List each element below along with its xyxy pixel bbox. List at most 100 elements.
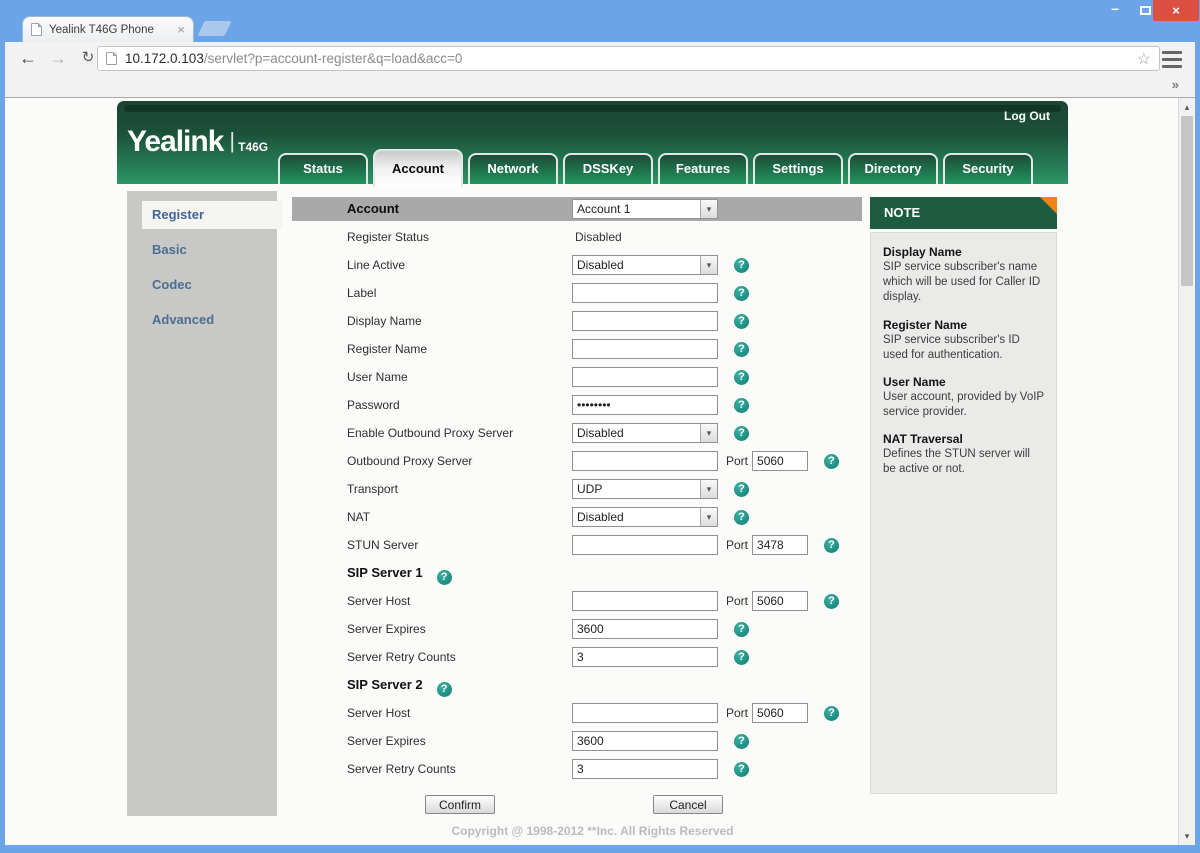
- help-icon[interactable]: ?: [734, 342, 749, 357]
- browser-tab-title: Yealink T46G Phone: [49, 24, 173, 36]
- help-icon[interactable]: ?: [734, 398, 749, 413]
- url-path: /servlet?p=account-register&q=load&acc=0: [204, 51, 463, 66]
- help-icon[interactable]: ?: [734, 370, 749, 385]
- field-label: Label: [347, 279, 376, 307]
- server-port-2-input[interactable]: [752, 703, 808, 723]
- user-name-input[interactable]: [572, 367, 718, 387]
- help-icon[interactable]: ?: [734, 314, 749, 329]
- account-header-label: Account: [347, 197, 399, 221]
- enable-outbound-proxy-select[interactable]: Disabled ▾: [572, 423, 718, 443]
- chevron-down-icon: ▾: [700, 200, 717, 218]
- logout-link[interactable]: Log Out: [1004, 109, 1050, 123]
- row-label: Label ?: [292, 279, 862, 307]
- note-body: Display Name SIP service subscriber's na…: [870, 232, 1057, 794]
- bookmarks-overflow-icon[interactable]: »: [1172, 77, 1179, 92]
- outbound-proxy-server-input[interactable]: [572, 451, 718, 471]
- cancel-button[interactable]: Cancel: [653, 795, 723, 814]
- server-expires-2-input[interactable]: [572, 731, 718, 751]
- tab-close-icon[interactable]: ×: [177, 23, 185, 36]
- help-icon[interactable]: ?: [734, 650, 749, 665]
- tab-features[interactable]: Features: [658, 153, 748, 184]
- help-icon[interactable]: ?: [734, 258, 749, 273]
- help-icon[interactable]: ?: [734, 482, 749, 497]
- browser-tab[interactable]: Yealink T46G Phone ×: [22, 16, 194, 42]
- window-close-button[interactable]: ×: [1153, 0, 1199, 21]
- help-icon[interactable]: ?: [824, 706, 839, 721]
- note-section-text: User account, provided by VoIP service p…: [883, 390, 1044, 420]
- page-scrollbar[interactable]: ▴ ▾: [1178, 98, 1195, 845]
- new-tab-button[interactable]: [197, 21, 231, 36]
- sidebar-item-advanced[interactable]: Advanced: [127, 306, 277, 334]
- display-name-input[interactable]: [572, 311, 718, 331]
- register-name-input[interactable]: [572, 339, 718, 359]
- line-active-select[interactable]: Disabled ▾: [572, 255, 718, 275]
- help-icon[interactable]: ?: [734, 286, 749, 301]
- help-icon[interactable]: ?: [437, 682, 452, 697]
- forward-button[interactable]: →: [45, 45, 71, 71]
- address-bar[interactable]: 10.172.0.103/servlet?p=account-register&…: [97, 46, 1160, 71]
- sidebar-item-basic[interactable]: Basic: [127, 236, 277, 264]
- window-minimize-button[interactable]: –: [1100, 0, 1130, 21]
- page-viewport: Yealink|T46G Log Out Status Account Netw…: [5, 98, 1195, 845]
- tab-settings[interactable]: Settings: [753, 153, 843, 184]
- account-select[interactable]: Account 1 ▾: [572, 199, 718, 219]
- nat-select[interactable]: Disabled ▾: [572, 507, 718, 527]
- note-section-title: User Name: [883, 375, 1044, 389]
- server-retry-counts-2-input[interactable]: [572, 759, 718, 779]
- help-icon[interactable]: ?: [734, 426, 749, 441]
- chevron-down-icon: ▾: [700, 256, 717, 274]
- help-icon[interactable]: ?: [734, 762, 749, 777]
- chevron-down-icon: ▾: [700, 508, 717, 526]
- scrollbar-thumb[interactable]: [1181, 116, 1193, 286]
- sidebar-item-register[interactable]: Register: [142, 201, 283, 229]
- outbound-proxy-port-input[interactable]: [752, 451, 808, 471]
- server-port-1-input[interactable]: [752, 591, 808, 611]
- field-label: Outbound Proxy Server: [347, 447, 472, 475]
- password-input[interactable]: [572, 395, 718, 415]
- help-icon[interactable]: ?: [824, 594, 839, 609]
- back-button[interactable]: ←: [15, 45, 41, 71]
- server-host-2-input[interactable]: [572, 703, 718, 723]
- help-icon[interactable]: ?: [437, 570, 452, 585]
- tab-directory[interactable]: Directory: [848, 153, 938, 184]
- logo-model: T46G: [238, 140, 268, 154]
- tab-security[interactable]: Security: [943, 153, 1033, 184]
- tab-network[interactable]: Network: [468, 153, 558, 184]
- help-icon[interactable]: ?: [824, 454, 839, 469]
- stun-server-input[interactable]: [572, 535, 718, 555]
- note-section-nat-traversal: NAT Traversal Defines the STUN server wi…: [883, 432, 1044, 477]
- port-label: Port: [726, 538, 748, 552]
- tab-account[interactable]: Account: [373, 149, 463, 187]
- section-sip-server-1: SIP Server 1?: [292, 559, 862, 587]
- server-retry-counts-1-input[interactable]: [572, 647, 718, 667]
- tab-status[interactable]: Status: [278, 153, 368, 184]
- field-label: Server Retry Counts: [347, 643, 456, 671]
- row-nat: NAT Disabled ▾ ?: [292, 503, 862, 531]
- label-input[interactable]: [572, 283, 718, 303]
- server-host-1-input[interactable]: [572, 591, 718, 611]
- field-label: Transport: [347, 475, 398, 503]
- stun-port-input[interactable]: [752, 535, 808, 555]
- transport-select[interactable]: UDP ▾: [572, 479, 718, 499]
- chrome-menu-button[interactable]: [1160, 50, 1184, 69]
- select-value: Disabled: [573, 508, 700, 526]
- note-section-title: Register Name: [883, 318, 1044, 332]
- tab-dsskey[interactable]: DSSKey: [563, 153, 653, 184]
- sidebar-item-codec[interactable]: Codec: [127, 271, 277, 299]
- help-icon[interactable]: ?: [824, 538, 839, 553]
- note-section-text: SIP service subscriber's name which will…: [883, 260, 1044, 306]
- section-title: SIP Server 2: [347, 677, 423, 692]
- field-label: Register Status: [347, 223, 429, 251]
- bookmark-star-icon[interactable]: ☆: [1137, 49, 1151, 69]
- help-icon[interactable]: ?: [734, 734, 749, 749]
- help-icon[interactable]: ?: [734, 510, 749, 525]
- row-enable-outbound-proxy: Enable Outbound Proxy Server Disabled ▾ …: [292, 419, 862, 447]
- row-password: Password ?: [292, 391, 862, 419]
- server-expires-1-input[interactable]: [572, 619, 718, 639]
- help-icon[interactable]: ?: [734, 622, 749, 637]
- scroll-down-icon[interactable]: ▾: [1179, 828, 1195, 844]
- confirm-button[interactable]: Confirm: [425, 795, 495, 814]
- field-label: NAT: [347, 503, 370, 531]
- scroll-up-icon[interactable]: ▴: [1179, 99, 1195, 115]
- row-user-name: User Name ?: [292, 363, 862, 391]
